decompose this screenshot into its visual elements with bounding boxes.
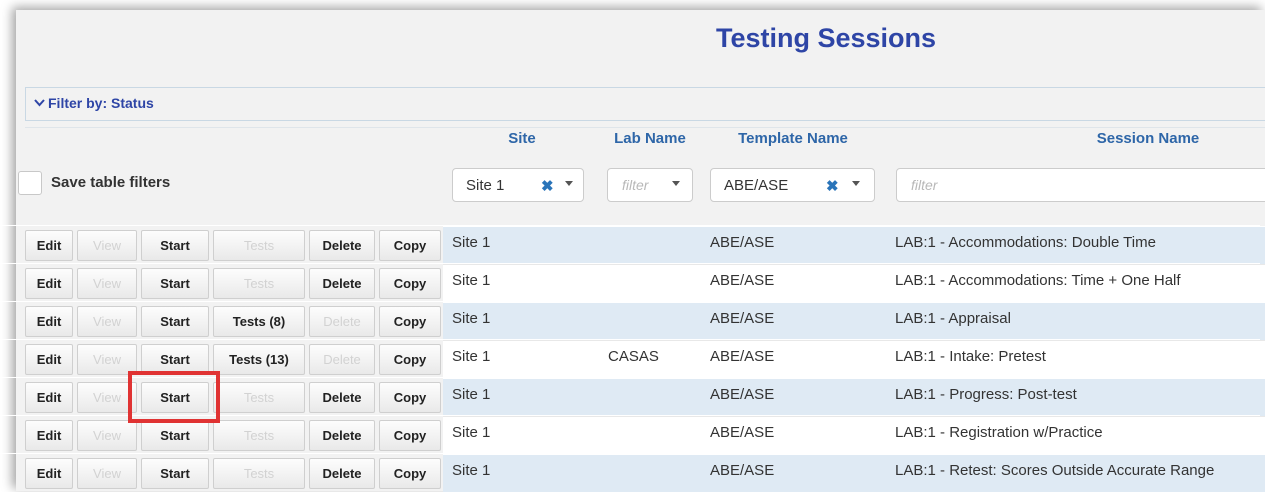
cell-site: Site 1: [452, 348, 491, 365]
edit-button[interactable]: Edit: [25, 306, 73, 337]
row-data-cells: [443, 302, 1265, 340]
start-button-highlight: [128, 371, 220, 423]
chevron-down-icon: [34, 99, 45, 107]
cell-site: Site 1: [452, 462, 491, 479]
column-header-template-name[interactable]: Template Name: [718, 130, 868, 147]
cell-template-name: ABE/ASE: [710, 272, 775, 289]
copy-button[interactable]: Copy: [379, 382, 441, 413]
tests-button: Tests: [213, 458, 305, 489]
edit-button[interactable]: Edit: [25, 230, 73, 261]
cell-session-name: LAB:1 - Accommodations: Time + One Half: [895, 272, 1181, 289]
cell-site: Site 1: [452, 424, 491, 441]
table-row[interactable]: Edit View Start Tests (8) Delete Copy Site 1 AB…: [0, 301, 1265, 340]
table-row[interactable]: Edit View Start Tests Delete Copy Site 1 ABE/AS…: [0, 453, 1265, 492]
copy-button[interactable]: Copy: [379, 268, 441, 299]
view-button: View: [77, 458, 137, 489]
cell-template-name: ABE/ASE: [710, 386, 775, 403]
cell-session-name: LAB:1 - Progress: Post-test: [895, 386, 1077, 403]
start-button[interactable]: Start: [141, 420, 209, 451]
copy-button[interactable]: Copy: [379, 306, 441, 337]
row-data-cells: [443, 416, 1265, 454]
site-filter-value: Site 1: [466, 177, 505, 194]
delete-button[interactable]: Delete: [309, 268, 375, 299]
filter-status-toggle[interactable]: Filter by: Status: [25, 87, 1265, 121]
cell-lab-name: CASAS: [608, 348, 659, 365]
clear-icon[interactable]: ✖: [826, 177, 839, 195]
lab-name-filter-placeholder: filter: [622, 177, 649, 193]
clear-icon[interactable]: ✖: [541, 177, 554, 195]
caret-down-icon: [565, 181, 573, 186]
column-header-session-name[interactable]: Session Name: [1068, 130, 1228, 147]
view-button: View: [77, 306, 137, 337]
lab-name-filter-select[interactable]: filter: [607, 168, 693, 202]
cell-site: Site 1: [452, 386, 491, 403]
tests-button: Tests: [213, 382, 305, 413]
tests-button[interactable]: Tests (13): [213, 344, 305, 375]
copy-button[interactable]: Copy: [379, 420, 441, 451]
cell-template-name: ABE/ASE: [710, 462, 775, 479]
copy-button[interactable]: Copy: [379, 458, 441, 489]
cell-template-name: ABE/ASE: [710, 234, 775, 251]
session-name-filter-placeholder: filter: [911, 177, 938, 193]
table-row[interactable]: Edit View Start Tests Delete Copy Site 1 ABE/AS…: [0, 225, 1265, 264]
view-button: View: [77, 230, 137, 261]
tests-button: Tests: [213, 268, 305, 299]
delete-button: Delete: [309, 344, 375, 375]
delete-button[interactable]: Delete: [309, 230, 375, 261]
cell-site: Site 1: [452, 234, 491, 251]
cell-session-name: LAB:1 - Appraisal: [895, 310, 1011, 327]
row-data-cells: [443, 340, 1265, 378]
template-name-filter-select[interactable]: ABE/ASE ✖: [710, 168, 875, 202]
page-title: Testing Sessions: [715, 23, 937, 53]
edit-button[interactable]: Edit: [25, 344, 73, 375]
delete-button[interactable]: Delete: [309, 458, 375, 489]
site-filter-select[interactable]: Site 1 ✖: [452, 168, 584, 202]
delete-button[interactable]: Delete: [309, 420, 375, 451]
start-button[interactable]: Start: [141, 230, 209, 261]
cell-session-name: LAB:1 - Intake: Pretest: [895, 348, 1046, 365]
start-button[interactable]: Start: [141, 268, 209, 299]
table-row[interactable]: Edit View Start Tests Delete Copy Site 1 ABE/AS…: [0, 263, 1265, 302]
cell-session-name: LAB:1 - Registration w/Practice: [895, 424, 1103, 441]
start-button[interactable]: Start: [141, 458, 209, 489]
row-data-cells: [443, 378, 1265, 416]
delete-button[interactable]: Delete: [309, 382, 375, 413]
cell-site: Site 1: [452, 310, 491, 327]
caret-down-icon: [672, 181, 680, 186]
view-button: View: [77, 420, 137, 451]
session-name-filter-input[interactable]: filter: [896, 168, 1265, 202]
copy-button[interactable]: Copy: [379, 230, 441, 261]
cell-site: Site 1: [452, 272, 491, 289]
cell-session-name: LAB:1 - Retest: Scores Outside Accurate …: [895, 462, 1215, 479]
view-button: View: [77, 268, 137, 299]
column-header-lab-name[interactable]: Lab Name: [600, 130, 700, 147]
filter-status-label: Filter by: Status: [48, 95, 154, 111]
column-header-site[interactable]: Site: [492, 130, 552, 147]
edit-button[interactable]: Edit: [25, 420, 73, 451]
cell-template-name: ABE/ASE: [710, 310, 775, 327]
tests-button[interactable]: Tests (8): [213, 306, 305, 337]
save-table-filters-label: Save table filters: [51, 174, 171, 191]
edit-button[interactable]: Edit: [25, 268, 73, 299]
start-button[interactable]: Start: [141, 306, 209, 337]
cell-template-name: ABE/ASE: [710, 348, 775, 365]
cell-template-name: ABE/ASE: [710, 424, 775, 441]
cell-session-name: LAB:1 - Accommodations: Double Time: [895, 234, 1156, 251]
caret-down-icon: [852, 181, 860, 186]
tests-button: Tests: [213, 420, 305, 451]
delete-button: Delete: [309, 306, 375, 337]
tests-button: Tests: [213, 230, 305, 261]
template-name-filter-value: ABE/ASE: [724, 177, 789, 194]
edit-button[interactable]: Edit: [25, 382, 73, 413]
save-table-filters-checkbox[interactable]: [18, 171, 42, 195]
edit-button[interactable]: Edit: [25, 458, 73, 489]
copy-button[interactable]: Copy: [379, 344, 441, 375]
